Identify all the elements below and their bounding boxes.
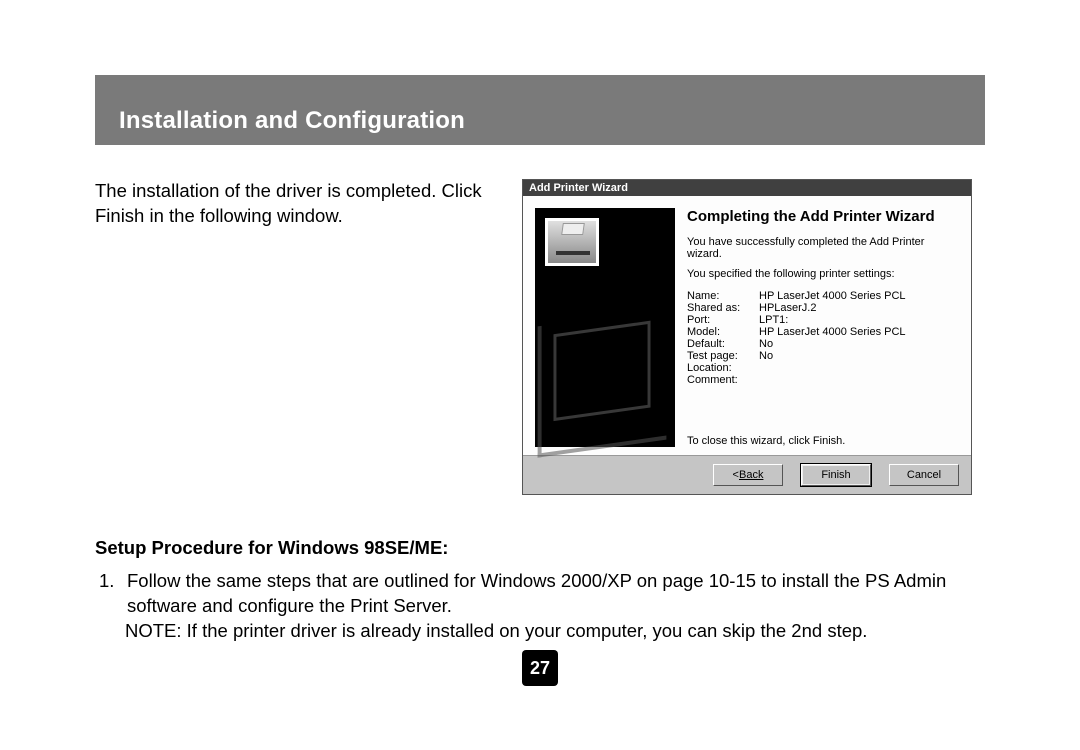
settings-table: Name:HP LaserJet 4000 Series PCL Shared …: [687, 290, 959, 386]
setting-shared: Shared as:HPLaserJ.2: [687, 302, 959, 314]
back-button[interactable]: < Back: [713, 464, 783, 486]
wizard-window: Add Printer Wizard Completing the Add Pr…: [522, 179, 972, 495]
page-number: 27: [522, 650, 558, 686]
intro-text: The installation of the driver is comple…: [95, 179, 500, 495]
section-heading: Setup Procedure for Windows 98SE/ME:: [95, 537, 985, 559]
setting-test: Test page:No: [687, 350, 959, 362]
list-text: Follow the same steps that are outlined …: [127, 569, 985, 619]
header-bar: Installation and Configuration: [95, 75, 985, 145]
wizard-footer: < Back Finish Cancel: [523, 456, 971, 494]
wizard-success: You have successfully completed the Add …: [687, 236, 959, 260]
wizard-titlebar: Add Printer Wizard: [523, 180, 971, 196]
page-title: Installation and Configuration: [119, 107, 465, 135]
wizard-body: Completing the Add Printer Wizard You ha…: [523, 196, 971, 456]
list-block: 1. Follow the same steps that are outlin…: [95, 569, 985, 644]
setting-name: Name:HP LaserJet 4000 Series PCL: [687, 290, 959, 302]
note-text: NOTE: If the printer driver is already i…: [95, 619, 985, 644]
content-row: The installation of the driver is comple…: [95, 179, 985, 495]
setting-model: Model:HP LaserJet 4000 Series PCL: [687, 326, 959, 338]
wizard-right-panel: Completing the Add Printer Wizard You ha…: [687, 208, 959, 447]
wizard-heading: Completing the Add Printer Wizard: [687, 208, 959, 226]
setting-port: Port:LPT1:: [687, 314, 959, 326]
page-frame: Installation and Configuration The insta…: [95, 75, 985, 644]
list-item: 1. Follow the same steps that are outlin…: [95, 569, 985, 619]
wizard-graphic: [535, 208, 675, 447]
cancel-button[interactable]: Cancel: [889, 464, 959, 486]
setting-location: Location:: [687, 362, 959, 374]
printer-ghost-icon: [538, 308, 667, 457]
wizard-close-hint: To close this wizard, click Finish.: [687, 405, 959, 447]
list-number: 1.: [95, 569, 121, 619]
wizard-settings-intro: You specified the following printer sett…: [687, 268, 959, 280]
setting-comment: Comment:: [687, 374, 959, 386]
printer-icon: [545, 218, 599, 266]
finish-button[interactable]: Finish: [801, 464, 871, 486]
setting-default: Default:No: [687, 338, 959, 350]
